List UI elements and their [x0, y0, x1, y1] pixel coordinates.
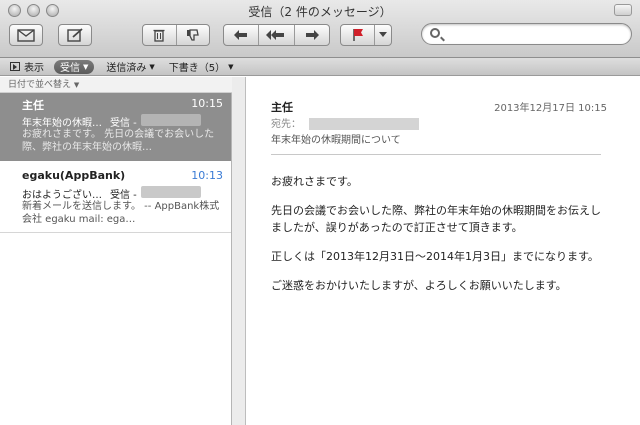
favorite-inbox[interactable]: 受信 ▼	[54, 59, 95, 74]
flag-button[interactable]	[341, 25, 375, 45]
junk-button[interactable]	[177, 25, 210, 45]
envelope-icon	[17, 28, 35, 42]
reply-all-icon	[266, 30, 285, 40]
message-subject: おはようござい…	[22, 190, 102, 201]
message-subject: 年末年始の休暇…	[22, 118, 102, 129]
message-to: 宛先：	[271, 115, 419, 130]
forward-icon	[305, 30, 319, 40]
flag-menu-button[interactable]	[375, 25, 391, 45]
reply-all-button[interactable]	[259, 25, 295, 45]
message-from: 主任	[271, 101, 293, 114]
message-preview: 新着メールを送信します。 -- AppBank株式会社 egaku mail: …	[22, 201, 220, 225]
message-view: 主任 2013年12月17日 10:15 宛先： 年末年始の休暇期間について お…	[247, 77, 640, 425]
chevron-down-icon: ▼	[149, 62, 155, 71]
header-divider	[271, 154, 601, 155]
sort-header[interactable]: 日付で並べ替え ▼	[0, 77, 232, 93]
pane-splitter[interactable]	[232, 77, 246, 425]
search-icon	[430, 28, 440, 38]
list-item[interactable]: egaku(AppBank) 10:13 おはようござい… 受信 - 新着メール…	[0, 165, 231, 233]
toolbar-toggle-button[interactable]	[614, 4, 632, 16]
body-paragraph: 先日の会議でお会いした際、弊社の年末年始の休暇期間をお伝えしましたが、誤りがあっ…	[271, 204, 601, 234]
reply-icon	[234, 30, 248, 40]
sender-name: 主任	[22, 99, 44, 112]
to-label: 宛先：	[271, 119, 301, 130]
compose-icon	[67, 28, 83, 42]
search-input[interactable]	[421, 23, 632, 45]
favorite-sent[interactable]: 送信済み ▼	[106, 59, 155, 75]
favorites-bar: 表示 受信 ▼ 送信済み ▼ 下書き（5） ▼	[0, 58, 640, 76]
chevron-down-icon	[379, 32, 387, 37]
compose-button[interactable]	[58, 24, 92, 46]
redacted-recipient	[309, 118, 419, 130]
chevron-down-icon: ▼	[73, 81, 80, 89]
redacted-mailbox	[140, 114, 201, 126]
message-time: 10:15	[191, 97, 223, 110]
flag-segment	[340, 24, 392, 46]
thumbs-down-icon	[186, 29, 199, 41]
message-list: 主任 10:15 年末年始の休暇… 受信 - お疲れさまです。 先日の会議でお会…	[0, 93, 232, 425]
message-date: 2013年12月17日 10:15	[494, 103, 607, 114]
message-body: お疲れさまです。 先日の会議でお会いした際、弊社の年末年始の休暇期間をお伝えしま…	[271, 173, 606, 306]
get-mail-button[interactable]	[9, 24, 43, 46]
list-item[interactable]: 主任 10:15 年末年始の休暇… 受信 - お疲れさまです。 先日の会議でお会…	[0, 93, 231, 161]
message-time: 10:13	[191, 169, 223, 182]
delete-junk-segment	[142, 24, 210, 46]
show-mailboxes-button[interactable]: 表示	[10, 59, 44, 74]
chevron-down-icon: ▼	[228, 62, 234, 71]
inbox-label: 受信	[60, 63, 80, 74]
forward-button[interactable]	[295, 25, 329, 45]
mailbox-list-icon	[10, 62, 20, 71]
reply-button[interactable]	[224, 25, 260, 45]
trash-icon	[153, 29, 165, 42]
chevron-down-icon: ▼	[83, 62, 89, 71]
show-label: 表示	[24, 63, 44, 74]
reply-segment	[223, 24, 330, 46]
redacted-mailbox	[140, 186, 201, 198]
mailbox-label: 受信 -	[110, 118, 137, 129]
message-preview: お疲れさまです。 先日の会議でお会いした際、弊社の年末年始の休暇…	[22, 129, 215, 153]
mailbox-label: 受信 -	[110, 190, 137, 201]
flag-icon	[352, 29, 363, 41]
sent-label: 送信済み	[106, 63, 147, 74]
body-paragraph: 正しくは「2013年12月31日〜2014年1月3日」までになります。	[271, 250, 599, 263]
sender-name: egaku(AppBank)	[22, 169, 126, 182]
delete-button[interactable]	[143, 25, 177, 45]
favorite-drafts[interactable]: 下書き（5） ▼	[168, 59, 234, 75]
window-toolbar: 受信（2 件のメッセージ）	[0, 0, 640, 58]
body-paragraph: ご迷惑をおかけいたしますが、よろしくお願いいたします。	[271, 279, 567, 292]
drafts-label: 下書き（5）	[168, 63, 226, 74]
message-subject-header: 年末年始の休暇期間について	[271, 135, 401, 146]
sort-label: 日付で並べ替え	[8, 80, 72, 90]
window-title: 受信（2 件のメッセージ）	[248, 5, 392, 19]
body-paragraph: お疲れさまです。	[271, 175, 358, 188]
